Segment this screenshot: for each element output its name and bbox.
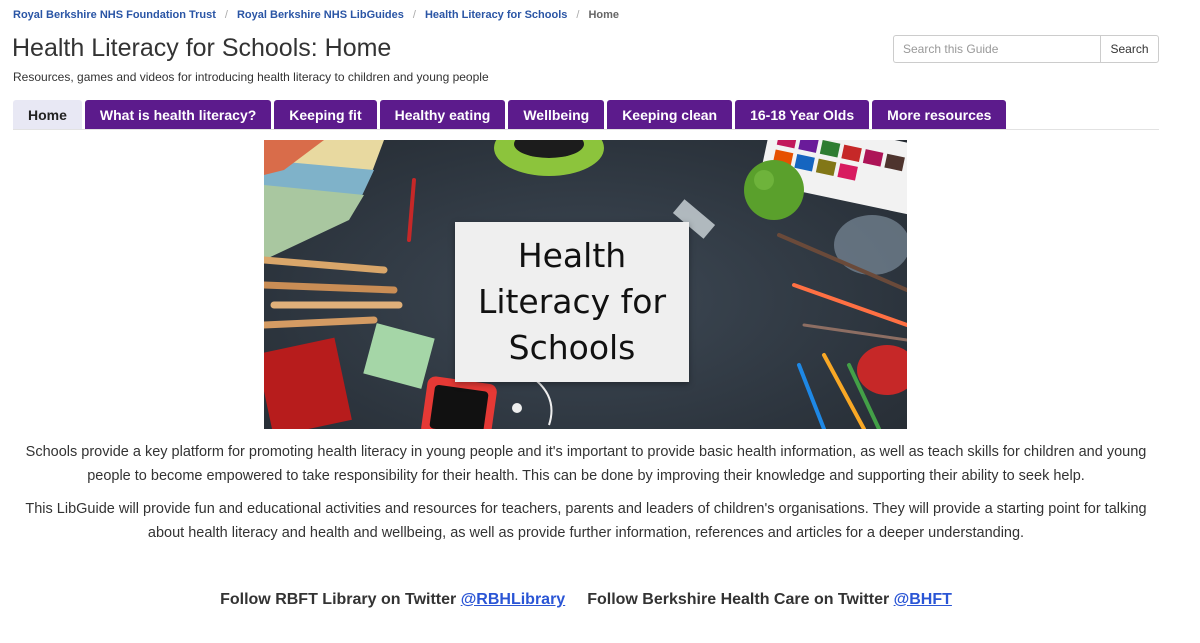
breadcrumb: Royal Berkshire NHS Foundation Trust / R… — [13, 9, 619, 21]
library-twitter-link[interactable]: @RBHLibrary — [461, 591, 566, 608]
libguide-paragraph: This LibGuide will provide fun and educa… — [25, 501, 1147, 541]
tab-healthy-eating[interactable]: Healthy eating — [379, 100, 506, 129]
guide-search: Search — [893, 35, 1159, 63]
water-glass — [834, 215, 907, 275]
page-subtitle: Resources, games and videos for introduc… — [13, 70, 489, 84]
tab-home[interactable]: Home — [13, 100, 82, 129]
search-input[interactable] — [893, 35, 1100, 63]
search-button[interactable]: Search — [1100, 35, 1159, 63]
tab-16-18-year-olds[interactable]: 16-18 Year Olds — [735, 100, 870, 129]
red-cup — [857, 345, 907, 395]
follow-library-text: Follow RBFT Library on Twitter — [220, 591, 457, 608]
follow-library: Follow RBFT Library on Twitter @RBHLibra… — [220, 591, 565, 609]
breadcrumb-link-libguides[interactable]: Royal Berkshire NHS LibGuides — [237, 9, 404, 21]
page-title: Health Literacy for Schools: Home — [12, 34, 392, 62]
follow-bhft: Follow Berkshire Health Care on Twitter … — [587, 591, 952, 609]
breadcrumb-separator: / — [224, 9, 228, 21]
tab-more-resources[interactable]: More resources — [872, 100, 1007, 129]
breadcrumb-current: Home — [588, 9, 619, 21]
twitter-follow: Follow RBFT Library on Twitter @RBHLibra… — [0, 591, 1172, 609]
breadcrumb-separator: / — [412, 9, 416, 21]
follow-bhft-text: Follow Berkshire Health Care on Twitter — [587, 591, 890, 608]
tabs-divider — [13, 129, 1159, 130]
red-notebook — [264, 337, 352, 429]
sticky-note — [363, 323, 435, 389]
tab-keeping-fit[interactable]: Keeping fit — [274, 100, 377, 129]
tab-wellbeing[interactable]: Wellbeing — [508, 100, 605, 129]
tab-keeping-clean[interactable]: Keeping clean — [607, 100, 733, 129]
hero-card-text: Health Literacy for Schools — [477, 236, 667, 367]
colour-swatch-fan — [264, 140, 384, 260]
bhft-twitter-link[interactable]: @BHFT — [894, 591, 952, 608]
breadcrumb-link-guide[interactable]: Health Literacy for Schools — [425, 9, 567, 21]
intro-paragraph: Schools provide a key platform for promo… — [25, 444, 1147, 484]
hero-image: Health Literacy for Schools — [264, 140, 907, 429]
breadcrumb-separator: / — [576, 9, 580, 21]
hero-card: Health Literacy for Schools — [455, 222, 689, 382]
tab-what-is-health-literacy[interactable]: What is health literacy? — [84, 100, 272, 129]
earphones — [528, 374, 553, 426]
breadcrumb-link-trust[interactable]: Royal Berkshire NHS Foundation Trust — [13, 9, 216, 21]
apple — [744, 160, 804, 220]
guide-tabs: Home What is health literacy? Keeping fi… — [13, 100, 1009, 129]
